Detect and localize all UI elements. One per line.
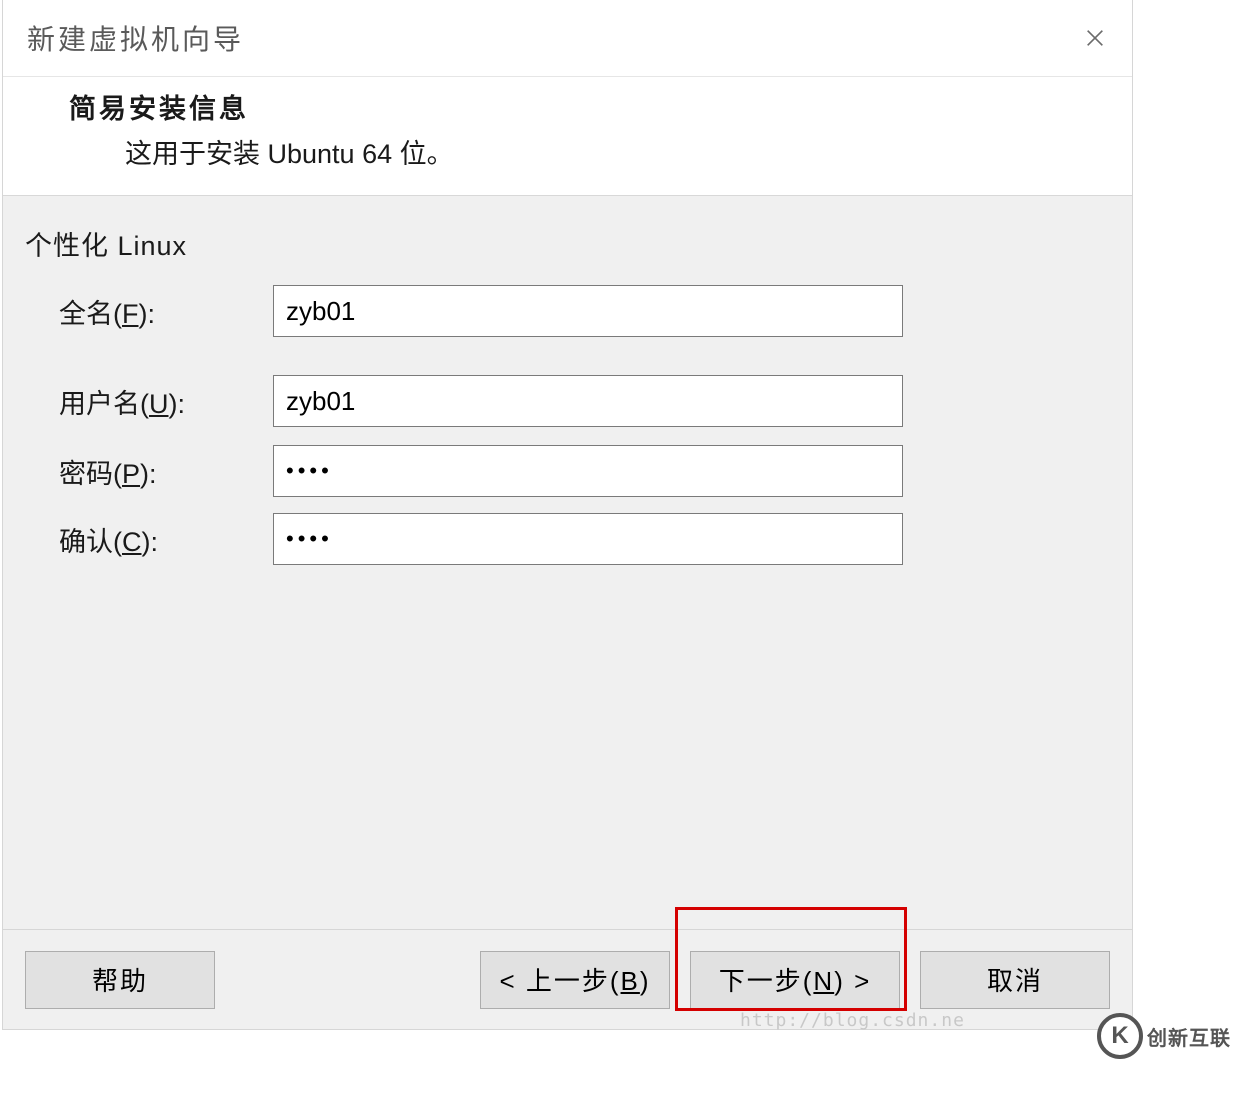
close-icon bbox=[1084, 27, 1106, 49]
confirm-row: 确认(C): bbox=[25, 513, 1110, 565]
fullname-input[interactable] bbox=[273, 285, 903, 337]
password-label: 密码(P): bbox=[59, 452, 273, 491]
password-row: 密码(P): bbox=[25, 445, 1110, 497]
wizard-content: 个性化 Linux 全名(F): 用户名(U): 密码(P): 确认(C): bbox=[3, 196, 1132, 929]
help-button[interactable]: 帮助 bbox=[25, 951, 215, 1009]
fullname-label: 全名(F): bbox=[59, 292, 273, 331]
fullname-row: 全名(F): bbox=[25, 285, 1110, 337]
username-row: 用户名(U): bbox=[25, 375, 1110, 427]
wizard-header: 简易安装信息 这用于安装 Ubuntu 64 位。 bbox=[3, 77, 1132, 196]
wizard-heading: 简易安装信息 bbox=[69, 87, 1108, 126]
password-input[interactable] bbox=[273, 445, 903, 497]
titlebar: 新建虚拟机向导 bbox=[3, 0, 1132, 77]
close-button[interactable] bbox=[1080, 23, 1110, 53]
username-input[interactable] bbox=[273, 375, 903, 427]
next-button[interactable]: 下一步(N) > bbox=[690, 951, 900, 1009]
watermark-logo-icon: K bbox=[1097, 1013, 1143, 1059]
dialog-title: 新建虚拟机向导 bbox=[27, 18, 244, 58]
watermark-brand: 创新互联 bbox=[1147, 1022, 1231, 1051]
back-button[interactable]: < 上一步(B) bbox=[480, 951, 670, 1009]
new-vm-wizard-dialog: 新建虚拟机向导 简易安装信息 这用于安装 Ubuntu 64 位。 个性化 Li… bbox=[2, 0, 1133, 1030]
cancel-button[interactable]: 取消 bbox=[920, 951, 1110, 1009]
wizard-subheading: 这用于安装 Ubuntu 64 位。 bbox=[69, 132, 1108, 171]
watermark-url: http://blog.csdn.ne bbox=[740, 1010, 965, 1031]
watermark-logo: K 创新互联 bbox=[1097, 1013, 1231, 1059]
confirm-input[interactable] bbox=[273, 513, 903, 565]
section-label: 个性化 Linux bbox=[25, 224, 1110, 263]
confirm-label: 确认(C): bbox=[59, 520, 273, 559]
username-label: 用户名(U): bbox=[59, 382, 273, 421]
